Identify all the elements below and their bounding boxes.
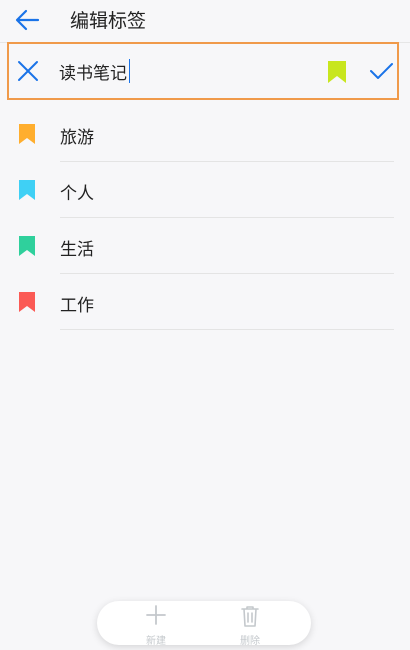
tag-edit-row [7, 42, 399, 100]
confirm-button[interactable] [368, 58, 394, 84]
tag-label: 个人 [60, 184, 94, 204]
new-tag-label: 新建 [146, 636, 166, 647]
close-icon [18, 61, 38, 81]
tag-color-button[interactable] [327, 60, 347, 84]
bookmark-icon [19, 292, 35, 312]
tag-label: 旅游 [60, 128, 94, 148]
tag-label: 工作 [60, 296, 94, 316]
tag-item-travel[interactable]: 旅游 [0, 106, 410, 162]
cancel-button[interactable] [15, 58, 41, 84]
new-tag-button[interactable]: 新建 [121, 603, 191, 647]
bookmark-icon [19, 180, 35, 200]
delete-tag-label: 删除 [240, 636, 260, 647]
bottom-action-bar: 新建 删除 [97, 601, 311, 647]
tag-list: 旅游 个人 生活 工作 [0, 106, 410, 330]
tag-item-personal[interactable]: 个人 [0, 162, 410, 218]
delete-tag-button[interactable]: 删除 [215, 603, 285, 647]
plus-icon [146, 605, 166, 625]
bookmark-icon [19, 236, 35, 256]
check-icon [370, 63, 393, 79]
divider [60, 329, 394, 330]
trash-icon [241, 606, 259, 627]
back-button[interactable] [8, 2, 48, 38]
bookmark-icon [19, 124, 35, 144]
tag-name-input[interactable] [59, 57, 289, 85]
tag-item-work[interactable]: 工作 [0, 274, 410, 330]
tag-item-life[interactable]: 生活 [0, 218, 410, 274]
page-title: 编辑标签 [70, 10, 147, 32]
arrow-left-icon [15, 9, 40, 31]
app-header: 编辑标签 [0, 0, 410, 40]
bookmark-icon [328, 61, 346, 83]
tag-label: 生活 [60, 240, 94, 260]
text-cursor [129, 59, 130, 83]
